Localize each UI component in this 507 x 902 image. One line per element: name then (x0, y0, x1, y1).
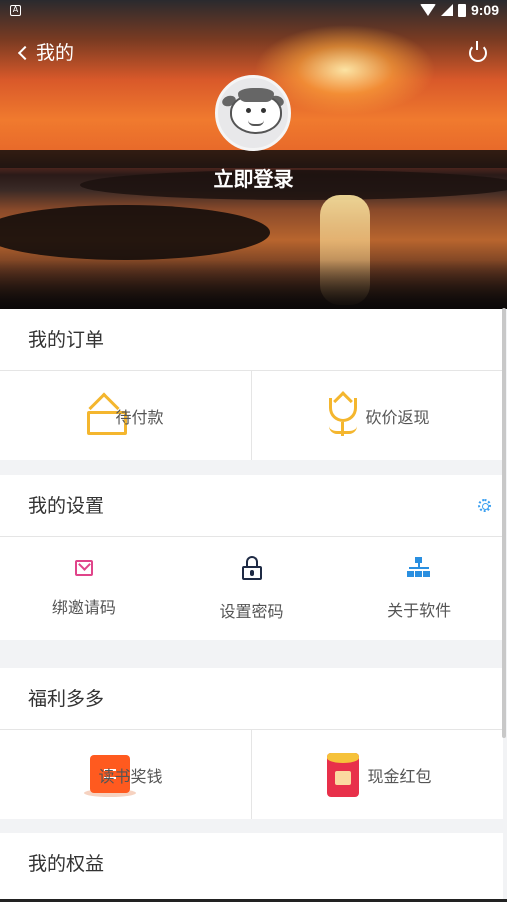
red-envelope-icon (323, 751, 363, 799)
section-title[interactable]: 我的权益 (0, 833, 503, 895)
login-button[interactable]: 立即登录 (0, 163, 507, 192)
cow-eye (246, 108, 251, 113)
status-bar: A 9:09 (0, 0, 507, 22)
cash-red-packet-button[interactable]: 现金红包 (251, 730, 503, 819)
pending-payment-label: 待付款 (115, 407, 164, 427)
bind-invite-code-button[interactable]: 绑邀请码 (0, 537, 168, 640)
mail-icon (74, 559, 93, 576)
about-software-button[interactable]: 关于软件 (335, 537, 503, 640)
signal-icon (440, 4, 453, 16)
top-nav: 我的 (0, 38, 507, 72)
wifi-icon (419, 4, 436, 16)
back-button[interactable]: 我的 (17, 38, 75, 65)
bargain-cashback-label: 砍价返现 (365, 407, 430, 427)
section-title: 我的设置 (0, 475, 503, 537)
settings-section: 我的设置 绑邀请码 设置密码 关于软件 (0, 475, 503, 640)
section-title: 我的订单 (0, 309, 503, 371)
chevron-left-icon (17, 45, 33, 60)
bargain-cashback-button[interactable]: 砍价返现 (251, 371, 503, 460)
read-earn-label: 读书奖钱 (98, 766, 163, 786)
welfare-section: 福利多多 读书奖钱 现金红包 (0, 668, 503, 819)
battery-icon (457, 3, 466, 17)
cow-hair (238, 88, 274, 102)
sitemap-icon (407, 556, 431, 579)
cow-eye (261, 108, 266, 113)
notification-icon: A (10, 5, 21, 16)
read-earn-button[interactable]: 读书奖钱 (0, 730, 251, 819)
section-title: 福利多多 (0, 668, 503, 730)
rights-section: 我的权益 (0, 833, 503, 899)
lock-icon (241, 555, 262, 580)
set-password-button[interactable]: 设置密码 (168, 537, 336, 640)
page-title: 我的 (36, 42, 75, 64)
pending-payment-button[interactable]: 待付款 (0, 371, 251, 460)
gear-icon[interactable] (478, 499, 491, 512)
banner-land (0, 205, 270, 260)
avatar[interactable] (215, 75, 291, 151)
tulip-icon (325, 390, 361, 436)
bind-invite-code-label: 绑邀请码 (51, 597, 116, 617)
banner-shadow (0, 260, 507, 309)
scrollbar[interactable] (502, 308, 506, 738)
set-password-label: 设置密码 (219, 601, 284, 621)
orders-section: 我的订单 待付款 砍价返现 (0, 309, 503, 460)
settings-title: 我的设置 (28, 495, 105, 517)
status-time: 9:09 (470, 2, 499, 18)
cash-red-packet-label: 现金红包 (367, 766, 432, 786)
power-icon[interactable] (469, 41, 487, 62)
about-software-label: 关于软件 (387, 600, 452, 620)
